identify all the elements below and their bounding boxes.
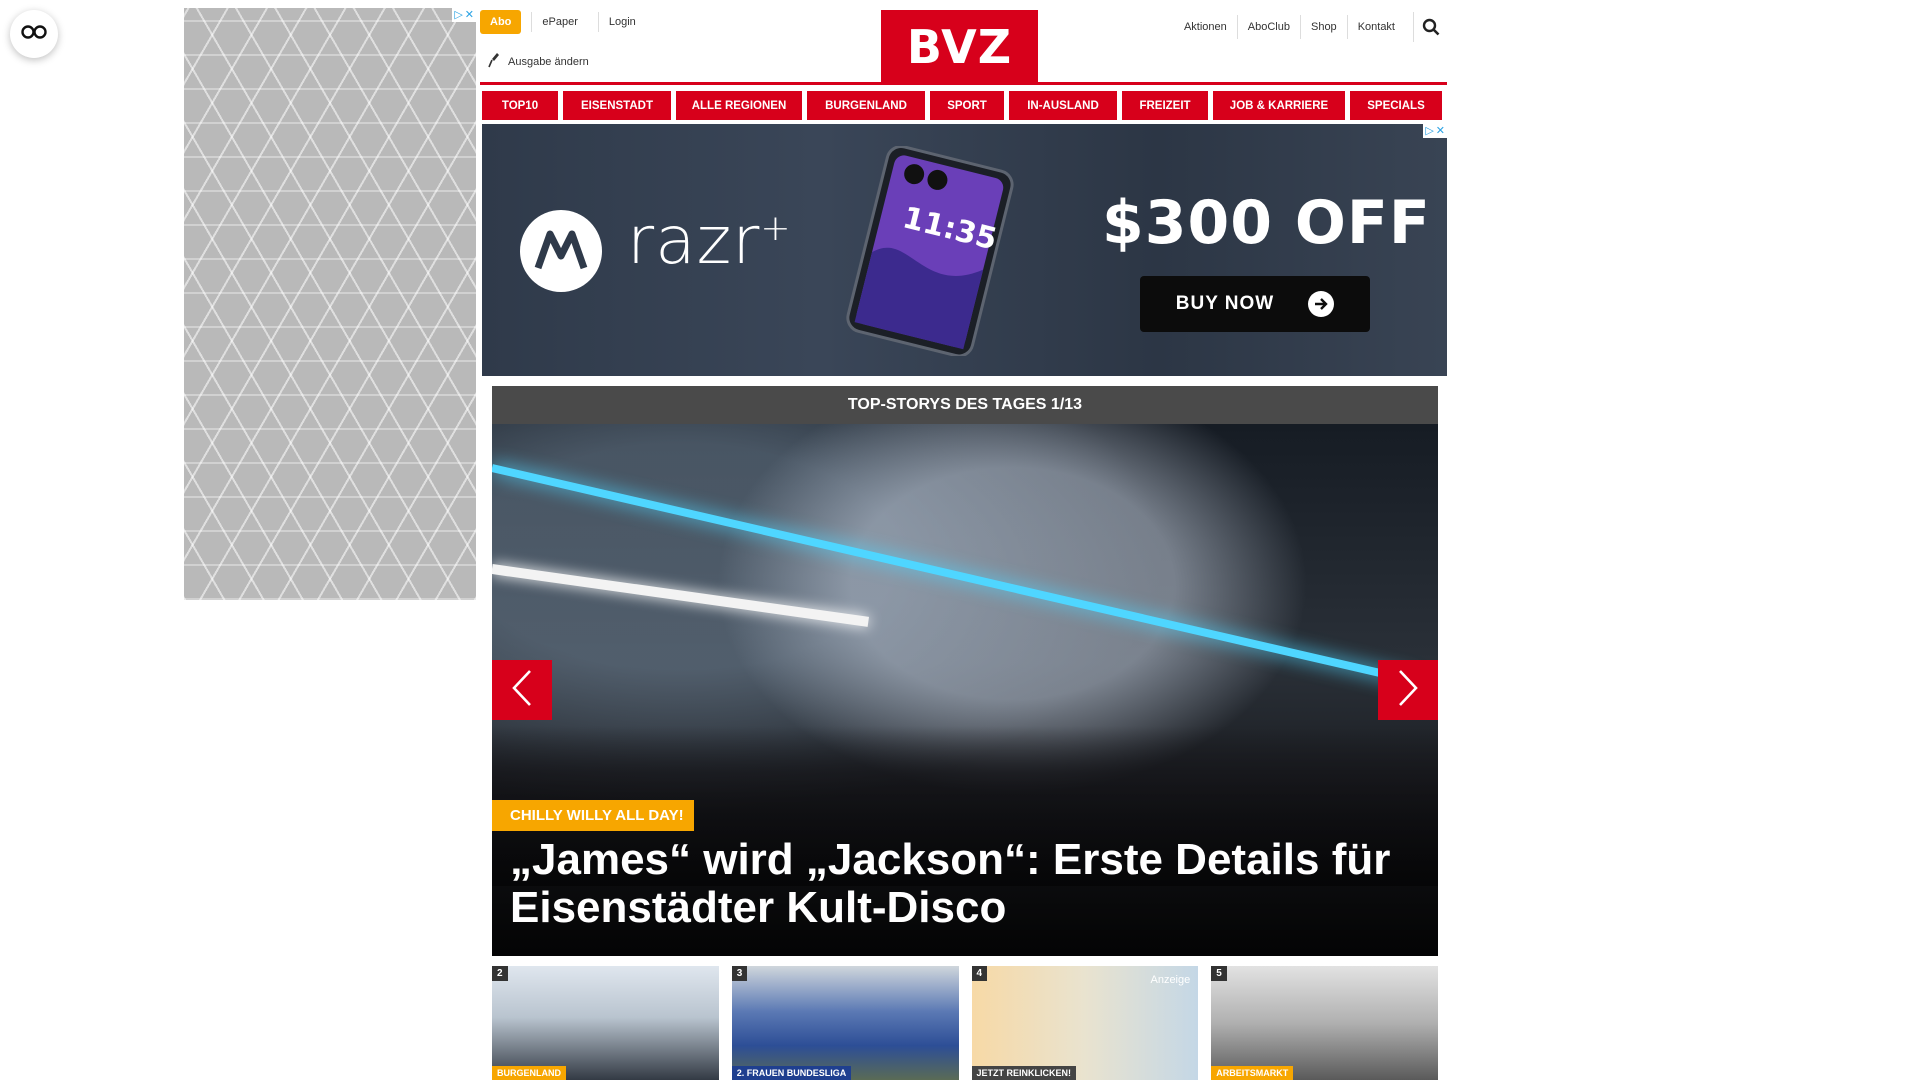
- thumbnail-story[interactable]: 3 2. FRAUEN BUNDESLIGA: [731, 966, 959, 1080]
- thumbnail-tag: ARBEITSMARKT: [1211, 1066, 1294, 1080]
- adchoices-icon[interactable]: ▷ ✕: [452, 8, 476, 22]
- top-stories: TOP-STORYS DES TAGES 1/13 CHILLY WILLY A…: [492, 386, 1438, 956]
- nav-item-sport[interactable]: SPORT: [930, 91, 1004, 120]
- arrow-right-icon: [1308, 291, 1335, 317]
- chevron-left-icon: [511, 669, 533, 712]
- story-headline[interactable]: „James“ wird „Jackson“: Erste Details fü…: [510, 836, 1410, 932]
- thumbnail-story[interactable]: 4 Anzeige JETZT REINKLICKEN!: [971, 966, 1199, 1080]
- edition-selector[interactable]: Ausgabe ändern: [488, 52, 589, 71]
- side-ad[interactable]: ▷ ✕: [184, 8, 476, 600]
- thumbnail-tag: 2. FRAUEN BUNDESLIGA: [731, 1066, 852, 1080]
- thumbnail-tag: JETZT REINKLICKEN!: [971, 1066, 1076, 1080]
- thumbnail-number: 2: [492, 966, 508, 981]
- glasses-icon: [21, 24, 47, 44]
- nav-item-burgenland[interactable]: BURGENLAND: [807, 91, 925, 120]
- chevron-right-icon: [1397, 669, 1419, 712]
- banner-ad[interactable]: ▷ ✕ razr+ 11:35 $300 OFF BUY NOW: [482, 124, 1447, 376]
- offer-text: $300 OFF: [1102, 188, 1431, 258]
- site-header: Abo ePaper Login Ausgabe ändern BVZ Akti…: [480, 0, 1440, 88]
- nav-item-freizeit[interactable]: FREIZEIT: [1122, 91, 1208, 120]
- thumbnail-story[interactable]: 5 ARBEITSMARKT: [1211, 966, 1438, 1080]
- buy-now-label: BUY NOW: [1175, 293, 1275, 314]
- adchoices-icon[interactable]: ▷ ✕: [1423, 124, 1447, 138]
- login-link[interactable]: Login: [597, 12, 646, 32]
- motorola-logo: [520, 210, 602, 292]
- slider-next-button[interactable]: [1378, 660, 1438, 720]
- aboclub-link[interactable]: AboClub: [1236, 15, 1300, 39]
- kontakt-link[interactable]: Kontakt: [1346, 15, 1405, 39]
- abo-button[interactable]: Abo: [480, 10, 522, 34]
- nav-item-specials[interactable]: SPECIALS: [1350, 91, 1442, 120]
- phone-image: 11:35: [844, 145, 1014, 358]
- edition-label: Ausgabe ändern: [508, 55, 589, 68]
- story-thumbnails: 2 BURGENLAND 3 2. FRAUEN BUNDESLIGA 4 An…: [492, 966, 1438, 1080]
- story-kicker[interactable]: CHILLY WILLY ALL DAY!: [492, 800, 694, 831]
- top-right-links: Aktionen AboClub Shop Kontakt: [1174, 12, 1440, 42]
- bvz-logo[interactable]: BVZ: [881, 10, 1038, 84]
- thumbnail-number: 5: [1211, 966, 1227, 981]
- hero-image: [492, 464, 1415, 685]
- epaper-link[interactable]: ePaper: [531, 12, 587, 32]
- accessibility-button[interactable]: [10, 10, 58, 58]
- thumbnail-tag: BURGENLAND: [492, 1066, 566, 1080]
- nav-item-in-ausland[interactable]: IN-AUSLAND: [1009, 91, 1117, 120]
- hero-story[interactable]: CHILLY WILLY ALL DAY! „James“ wird „Jack…: [492, 424, 1438, 956]
- nav-item-job-karriere[interactable]: JOB & KARRIERE: [1213, 91, 1345, 120]
- buy-now-button[interactable]: BUY NOW: [1140, 276, 1370, 332]
- razr-wordmark: razr+: [627, 202, 792, 279]
- main-nav: TOP10 EISENSTADT ALLE REGIONEN BURGENLAND SP…: [482, 91, 1447, 120]
- ad-badge: Anzeige: [1150, 974, 1191, 986]
- top-left-links: Abo ePaper Login: [480, 10, 646, 34]
- aktionen-link[interactable]: Aktionen: [1174, 15, 1237, 39]
- nav-item-top10[interactable]: TOP10: [482, 91, 558, 120]
- search-icon[interactable]: [1413, 12, 1440, 42]
- shop-link[interactable]: Shop: [1299, 15, 1347, 39]
- thumbnail-number: 4: [971, 966, 988, 981]
- pin-icon: [488, 52, 500, 71]
- nav-item-alle-regionen[interactable]: ALLE REGIONEN: [676, 91, 802, 120]
- nav-item-eisenstadt[interactable]: EISENSTADT: [563, 91, 671, 120]
- hero-image-light: [492, 564, 869, 627]
- thumbnail-number: 3: [731, 966, 748, 981]
- top-stories-heading: TOP-STORYS DES TAGES 1/13: [492, 386, 1438, 424]
- slider-prev-button[interactable]: [492, 660, 552, 720]
- header-divider: [480, 82, 1447, 85]
- thumbnail-story[interactable]: 2 BURGENLAND: [492, 966, 719, 1080]
